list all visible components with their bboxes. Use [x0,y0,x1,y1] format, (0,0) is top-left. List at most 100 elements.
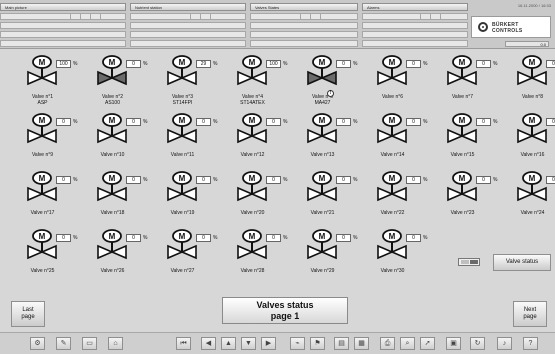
valve-18[interactable]: M 0% Valve n°18 [90,170,160,228]
valve-percent-unit: % [423,119,428,125]
valve-symbol-icon: M [97,113,127,144]
valve-label: Valve n°15 [450,152,475,158]
tool-icon-4[interactable]: ⌂ [108,337,123,350]
svg-text:M: M [389,232,396,241]
valve-percent-unit: % [143,119,148,125]
valve-label: Valve n°1 ASP [31,94,54,106]
valve-17[interactable]: M 0% Valve n°17 [20,170,90,228]
valve-symbol-icon: M [97,229,127,260]
svg-text:M: M [109,174,116,183]
valve-percent-unit: % [493,177,498,183]
valve-15[interactable]: M 0% Valve n°15 [440,112,510,170]
valve-label: Valve n°16 [520,152,545,158]
save-icon[interactable]: ▣ [446,337,461,350]
valve-29[interactable]: M 0% Valve n°29 [300,228,370,286]
print-icon[interactable]: ⎙ [380,337,395,350]
indicator-right-segment [470,260,478,264]
valve-22[interactable]: M 0% Valve n°22 [370,170,440,228]
valve-27[interactable]: M 0% Valve n°27 [160,228,230,286]
valve-percent-value: 0 [476,60,491,68]
valve-percent-value: 0 [56,234,71,242]
valve-percent-unit: % [493,61,498,67]
valve-28[interactable]: M 0% Valve n°28 [230,228,300,286]
svg-text:M: M [529,58,536,67]
valve-label: Valve n°11 [170,152,195,158]
valve-20[interactable]: M 0% Valve n°20 [230,170,300,228]
valve-24[interactable]: M0%Valve n°24 [510,170,555,228]
valve-label: Valve n°24 [520,210,545,216]
valve-percent-value: 0 [546,60,555,68]
reset-icon[interactable]: ↻ [470,337,485,350]
company-logo: BÜRKERT CONTROLS [471,16,551,38]
valve-2[interactable]: M 0% Valve n°2 AS100 [90,54,160,112]
tool-icon-6[interactable]: ▦ [354,337,369,350]
valve-16[interactable]: M0%Valve n°16 [510,112,555,170]
valve-9[interactable]: M 0% Valve n°9 [20,112,90,170]
valve-percent-value: 0 [546,118,555,126]
page-title-line-2: page 1 [270,311,300,321]
tab-alarms[interactable]: Alarms [362,3,468,11]
view-icon-2[interactable]: ⚑ [310,337,325,350]
view-icon-1[interactable]: ⌁ [290,337,305,350]
valve-7[interactable]: M 0% Valve n°7 [440,54,510,112]
pointer-icon[interactable]: ➚ [420,337,435,350]
valve-8[interactable]: M0%Valve n°8 [510,54,555,112]
datetime: 16.11.2000 / 16:33 [517,3,551,8]
valve-4[interactable]: M 100% Valve n°4 ST14ATEX [230,54,300,112]
tab-main-picture[interactable]: Main picture [0,3,126,11]
valve-3[interactable]: M 29% Valve n°3 ST14FPI [160,54,230,112]
valve-23[interactable]: M 0% Valve n°23 [440,170,510,228]
nav-home-icon[interactable]: ▲ [221,337,236,350]
valve-19[interactable]: M 0% Valve n°19 [160,170,230,228]
valve-percent-unit: % [213,61,218,67]
valve-symbol-icon: M [447,55,477,86]
valve-6[interactable]: M 0% Valve n°6 [370,54,440,112]
valve-21[interactable]: M 0% Valve n°21 [300,170,370,228]
valve-13[interactable]: M 0% Valve n°13 [300,112,370,170]
valve-11[interactable]: M 0% Valve n°11 [160,112,230,170]
nav-first-icon[interactable]: ⏮ [176,337,191,350]
svg-text:M: M [249,58,256,67]
tool-icon-3[interactable]: ▭ [82,337,97,350]
valve-percent-unit: % [493,119,498,125]
svg-text:M: M [459,116,466,125]
valve-label: Valve n°10 [100,152,125,158]
valve-12[interactable]: M 0% Valve n°12 [230,112,300,170]
help-icon[interactable]: ? [523,337,538,350]
nav-right-icon[interactable]: ▶ [261,337,276,350]
tool-icon-2[interactable]: ✎ [56,337,71,350]
valve-percent-value: 100 [266,60,281,68]
valve-status-button[interactable]: Valve status [493,254,551,271]
valve-percent-value: 0 [476,176,491,184]
nav-up-icon[interactable]: ◀ [201,337,216,350]
svg-text:M: M [179,232,186,241]
svg-text:M: M [319,174,326,183]
last-page-button[interactable]: Last page [11,301,45,327]
tab-valves-states[interactable]: Valves States [250,3,358,11]
nav-down-icon[interactable]: ▼ [241,337,256,350]
valve-percent-unit: % [283,177,288,183]
valve-percent-unit: % [353,119,358,125]
valve-percent-value: 0 [126,118,141,126]
valve-26[interactable]: M 0% Valve n°26 [90,228,160,286]
speaker-icon[interactable]: ♪ [497,337,512,350]
valve-25[interactable]: M 0% Valve n°25 [20,228,90,286]
tool-icon-1[interactable]: ⚙ [30,337,45,350]
valve-30[interactable]: M 0% Valve n°30 [370,228,440,286]
valve-percent-unit: % [73,119,78,125]
valve-10[interactable]: M 0% Valve n°10 [90,112,160,170]
tool-icon-5[interactable]: ▤ [334,337,349,350]
valve-percent-unit: % [423,61,428,67]
valve-symbol-icon: M [517,55,547,86]
indicator-left-segment [461,260,469,264]
svg-text:M: M [529,174,536,183]
tab-nutrient-station[interactable]: Nutrient station [130,3,246,11]
next-page-button[interactable]: Next page [513,301,547,327]
valve-1[interactable]: M 100% Valve n°1 ASP [20,54,90,112]
zoom-icon[interactable]: ⌕ [400,337,415,350]
valve-5[interactable]: M 0% Valve n°5 MA427! [300,54,370,112]
valve-percent-value: 0 [336,176,351,184]
valve-14[interactable]: M 0% Valve n°14 [370,112,440,170]
header-tabs: Main picture Nutrient station Valves Sta… [0,3,468,11]
logo-text: BÜRKERT CONTROLS [492,22,523,34]
